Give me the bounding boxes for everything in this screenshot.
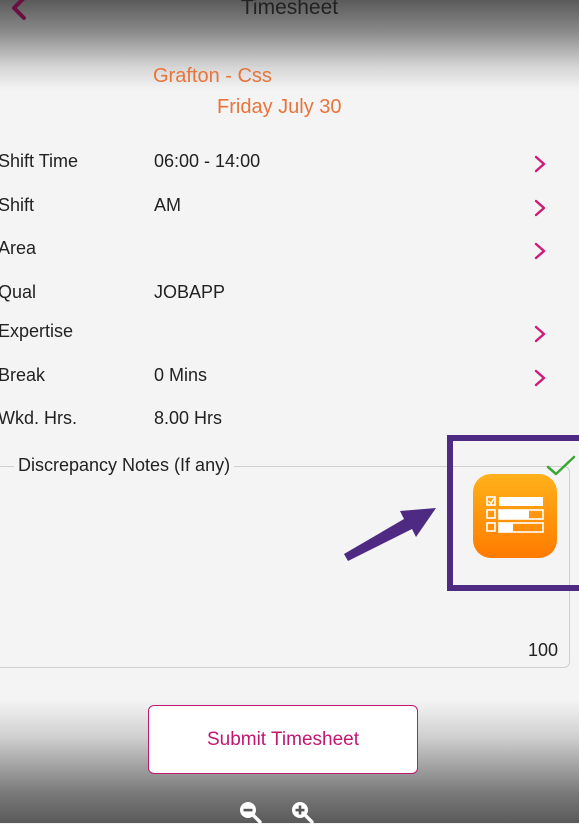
row-label: Wkd. Hrs. [0,408,77,428]
notes-char-count: 100 [528,640,559,660]
arrow-icon [344,508,436,561]
page-title: Timesheet [240,0,339,19]
row-expertise[interactable]: Expertise [0,321,579,351]
row-qual: Qual JOBAPP [0,282,579,312]
zoom-in-icon[interactable] [290,800,314,824]
shift-location: Grafton - Css [153,65,272,87]
chevron-right-icon[interactable] [533,369,547,387]
row-value: JOBAPP [154,282,226,302]
shift-date: Friday July 30 [217,96,342,118]
submit-timesheet-button[interactable]: Submit Timesheet [148,705,418,774]
row-value: 0 Mins [154,365,208,385]
chevron-right-icon[interactable] [533,325,547,343]
row-label: Qual [0,282,37,302]
checkmark-icon [546,455,576,476]
row-label: Area [0,238,37,258]
discrepancy-notes-label: Discrepancy Notes (If any) [14,455,235,476]
row-value: AM [154,195,181,215]
row-label: Shift Time [0,151,79,171]
form-checklist-icon[interactable] [473,474,557,558]
row-label: Expertise [0,321,74,341]
row-value: 8.00 Hrs [154,408,223,428]
row-worked-hours: Wkd. Hrs. 8.00 Hrs [0,408,579,438]
row-label: Shift [0,195,35,215]
row-shift[interactable]: Shift AM [0,195,579,225]
row-value: 06:00 - 14:00 [154,151,261,171]
row-label: Break [0,365,46,385]
chevron-right-icon[interactable] [533,155,547,173]
row-break[interactable]: Break 0 Mins [0,365,579,395]
zoom-out-icon[interactable] [238,800,262,824]
row-area[interactable]: Area [0,238,579,268]
chevron-right-icon[interactable] [533,242,547,260]
row-shift-time[interactable]: Shift Time 06:00 - 14:00 [0,151,579,181]
chevron-right-icon[interactable] [533,199,547,217]
